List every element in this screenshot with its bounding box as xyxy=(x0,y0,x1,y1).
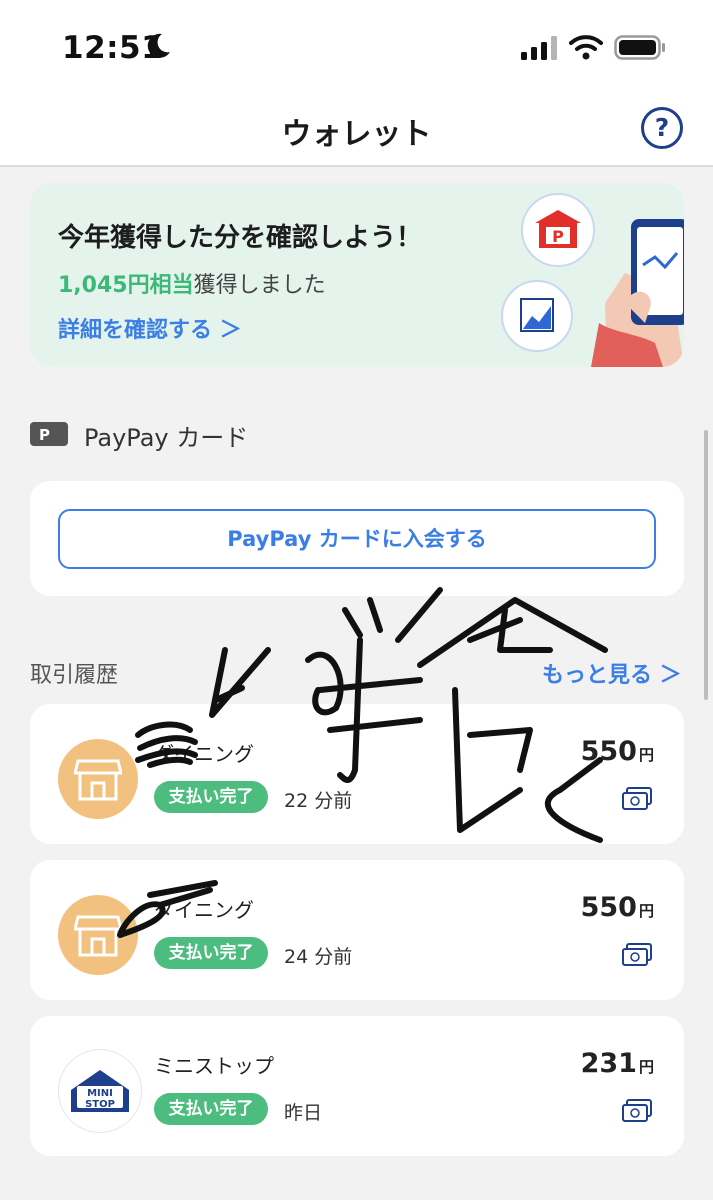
transaction-amount: 550 円 xyxy=(581,892,654,923)
payment-method-icon xyxy=(622,943,652,966)
currency-unit: 円 xyxy=(638,1058,654,1076)
wifi-icon xyxy=(569,35,603,60)
currency-unit: 円 xyxy=(638,746,654,764)
banner-illustration: P xyxy=(501,193,684,367)
transaction-amount: 550 円 xyxy=(581,736,654,767)
svg-text:P: P xyxy=(552,227,564,246)
banner-title: 今年獲得した分を確認しよう！ xyxy=(58,223,423,253)
status-bar: 12:51 xyxy=(0,0,713,95)
transaction-amount: 231 円 xyxy=(581,1048,654,1079)
merchant-name: ダイニング xyxy=(154,742,254,766)
amount-value: 550 xyxy=(580,736,637,767)
page-title: ウォレット xyxy=(281,117,432,152)
see-more-link[interactable]: もっと見る ＞ xyxy=(542,657,682,689)
paypay-card-panel: PayPay カードに入会する xyxy=(30,481,684,596)
status-badge: 支払い完了 xyxy=(154,1093,268,1125)
amount-value: 550 xyxy=(580,892,637,923)
svg-text:MINI: MINI xyxy=(87,1088,113,1099)
payment-method-icon xyxy=(622,787,652,810)
store-icon xyxy=(58,895,138,975)
store-icon xyxy=(58,739,138,819)
paypay-card-label: PayPay カード xyxy=(84,424,249,452)
moon-icon xyxy=(147,33,170,58)
merchant-name: ダイニング xyxy=(154,898,254,922)
amount-value: 231 xyxy=(580,1048,637,1079)
signal-icon xyxy=(521,36,557,60)
battery-icon xyxy=(614,35,665,60)
transaction-item[interactable]: ダイニング 支払い完了 22 分前 550 円 xyxy=(30,704,684,844)
help-icon[interactable]: ? xyxy=(641,107,683,149)
banner-subtitle: 1,045円相当獲得しました xyxy=(58,267,326,299)
merchant-name: ミニストップ xyxy=(154,1054,274,1078)
earned-amount: 1,045円相当 xyxy=(58,273,194,298)
ministop-logo: MINI STOP xyxy=(58,1049,142,1133)
svg-text:P: P xyxy=(39,426,50,444)
transaction-time: 22 分前 xyxy=(284,790,353,812)
status-badge: 支払い完了 xyxy=(154,781,268,813)
svg-text:STOP: STOP xyxy=(85,1099,115,1110)
transaction-time: 24 分前 xyxy=(284,946,353,968)
status-badge: 支払い完了 xyxy=(154,937,268,969)
transaction-item[interactable]: ダイニング 支払い完了 24 分前 550 円 xyxy=(30,860,684,1000)
annual-earnings-banner[interactable]: 今年獲得した分を確認しよう！ 1,045円相当獲得しました 詳細を確認する ＞ … xyxy=(30,183,684,367)
currency-unit: 円 xyxy=(638,902,654,920)
transaction-time: 昨日 xyxy=(284,1102,323,1124)
paypay-card-icon: P xyxy=(30,422,68,446)
transaction-item[interactable]: MINI STOP ミニストップ 支払い完了 昨日 231 円 xyxy=(30,1016,684,1156)
payment-method-icon xyxy=(622,1099,652,1122)
scrollbar[interactable] xyxy=(704,430,708,700)
nav-bar: ウォレット ? xyxy=(0,95,713,167)
banner-detail-link[interactable]: 詳細を確認する ＞ xyxy=(58,312,242,344)
join-paypay-card-button[interactable]: PayPay カードに入会する xyxy=(58,509,656,569)
transaction-history-title: 取引履歴 xyxy=(30,663,119,688)
earned-suffix: 獲得しました xyxy=(193,273,326,298)
